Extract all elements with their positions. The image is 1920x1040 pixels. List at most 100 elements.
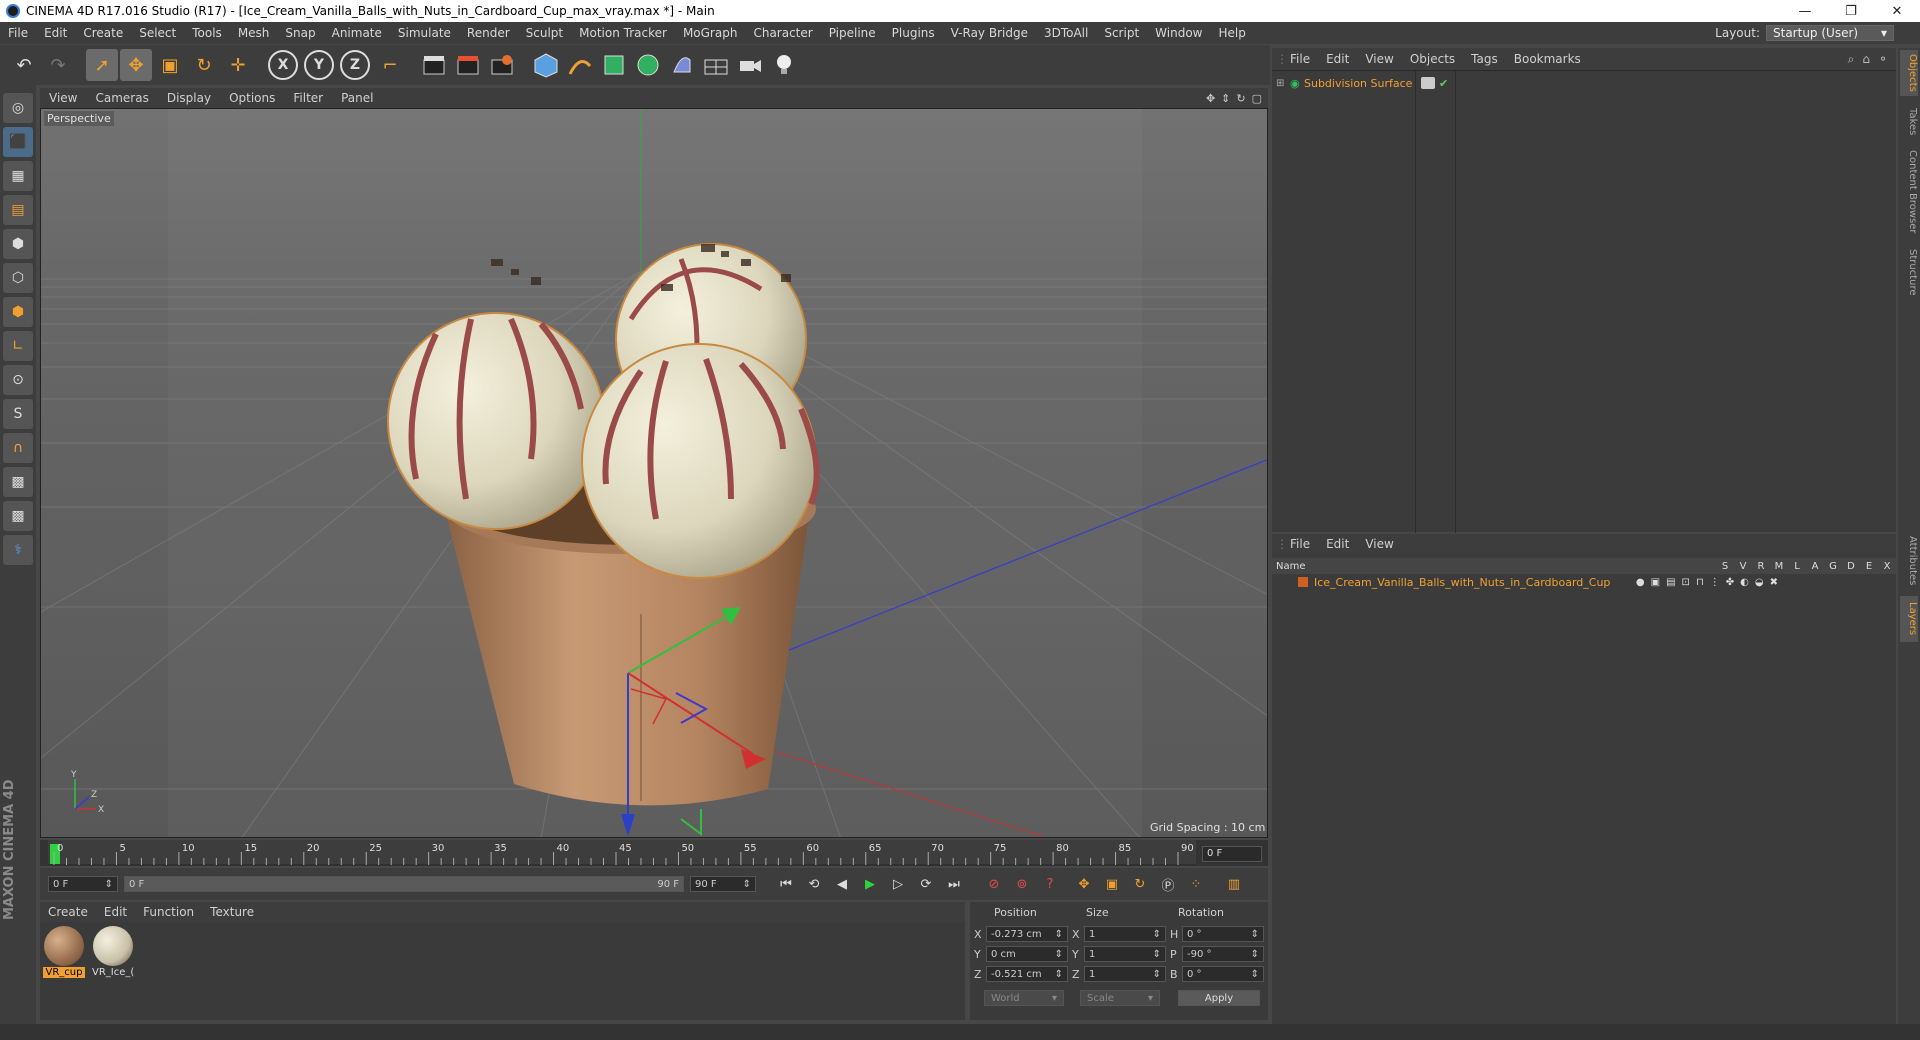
rotation-p-field[interactable]: -90 ° ⇕ [1182, 946, 1264, 962]
om-menu-edit[interactable]: Edit [1318, 52, 1357, 66]
coordinate-space-select[interactable]: World ▾ [984, 990, 1064, 1006]
camera-button[interactable] [734, 49, 766, 81]
col-solo[interactable]: S [1716, 561, 1734, 572]
z-axis-lock-button[interactable]: Z [340, 50, 370, 80]
om-menu-file[interactable]: File [1282, 52, 1318, 66]
rotation-b-field[interactable]: 0 ° ⇕ [1182, 966, 1264, 982]
mat-menu-function[interactable]: Function [135, 905, 202, 919]
go-to-end-button[interactable]: ⏭ [942, 872, 966, 896]
menu-character[interactable]: Character [745, 26, 820, 40]
om-menu-bookmarks[interactable]: Bookmarks [1506, 52, 1589, 66]
col-render[interactable]: R [1752, 561, 1770, 572]
solo-icon[interactable]: ● [1636, 577, 1645, 588]
om-menu-view[interactable]: View [1357, 52, 1401, 66]
tab-structure[interactable]: Structure [1900, 242, 1918, 302]
position-z-field[interactable]: -0.521 cm ⇕ [986, 966, 1068, 982]
col-xref[interactable]: X [1878, 561, 1896, 572]
col-expressions[interactable]: E [1860, 561, 1878, 572]
edges-mode-button[interactable]: ⬡ [3, 263, 33, 293]
record-button[interactable]: ⊘ [982, 872, 1006, 896]
home-icon[interactable]: ⌂ [1862, 52, 1870, 67]
visibility-tag-icon[interactable] [1421, 77, 1435, 89]
lock-workplane-button[interactable]: ▩ [3, 467, 33, 497]
render-icon[interactable]: ▤ [1666, 577, 1675, 588]
xref-icon[interactable]: ✖ [1770, 577, 1778, 588]
render-view-button[interactable] [418, 49, 450, 81]
menu-snap[interactable]: Snap [277, 26, 323, 40]
menu-window[interactable]: Window [1147, 26, 1210, 40]
key-scale-button[interactable]: ▣ [1100, 872, 1124, 896]
maximize-view-icon[interactable]: ▢ [1252, 92, 1262, 105]
size-mode-select[interactable]: Scale ▾ [1080, 990, 1160, 1006]
col-view[interactable]: V [1734, 561, 1752, 572]
menu-plugins[interactable]: Plugins [884, 26, 943, 40]
view-icon[interactable]: ▣ [1651, 577, 1660, 588]
lm-menu-view[interactable]: View [1357, 537, 1401, 551]
enabled-check-icon[interactable]: ✔ [1439, 77, 1448, 90]
rotate-tool-button[interactable]: ↻ [188, 49, 220, 81]
menu-pipeline[interactable]: Pipeline [821, 26, 884, 40]
3d-viewport[interactable]: Y X Z [40, 108, 1268, 838]
col-locked[interactable]: L [1788, 561, 1806, 572]
close-button[interactable]: ✕ [1874, 0, 1920, 22]
material-swatch[interactable]: VR_cup [43, 926, 85, 978]
model-mode-button[interactable]: ⬛ [3, 127, 33, 157]
col-generators[interactable]: G [1824, 561, 1842, 572]
play-button[interactable]: ▶ [858, 872, 882, 896]
workplane-mode-button[interactable]: ▤ [3, 195, 33, 225]
material-swatch[interactable]: VR_Ice_( [92, 926, 134, 978]
animation-icon[interactable]: ⋮ [1710, 577, 1720, 588]
size-y-field[interactable]: 1 ⇕ [1084, 946, 1166, 962]
generator-icon[interactable]: ✤ [1726, 577, 1734, 588]
vp-menu-cameras[interactable]: Cameras [86, 91, 157, 105]
texture-mode-button[interactable]: ▦ [3, 161, 33, 191]
minimize-button[interactable]: — [1782, 0, 1828, 22]
cube-object-button[interactable] [530, 49, 562, 81]
magnet-button[interactable]: ∩ [3, 433, 33, 463]
previous-key-button[interactable]: ⟲ [802, 872, 826, 896]
menu-mesh[interactable]: Mesh [230, 26, 278, 40]
x-axis-lock-button[interactable]: X [268, 50, 298, 80]
rotate-view-icon[interactable]: ↻ [1236, 92, 1245, 105]
rotation-h-field[interactable]: 0 ° ⇕ [1182, 926, 1264, 942]
restore-button[interactable]: ❐ [1828, 0, 1874, 22]
menu-render[interactable]: Render [459, 26, 518, 40]
vp-menu-view[interactable]: View [40, 91, 86, 105]
menu-vray-bridge[interactable]: V-Ray Bridge [943, 26, 1036, 40]
tweak-mode-button[interactable]: ⊙ [3, 365, 33, 395]
y-axis-lock-button[interactable]: Y [304, 50, 334, 80]
apply-button[interactable]: Apply [1178, 990, 1260, 1006]
menu-animate[interactable]: Animate [324, 26, 390, 40]
key-pla-button[interactable]: ⁘ [1184, 872, 1208, 896]
col-manager[interactable]: M [1770, 561, 1788, 572]
keyframe-selection-button[interactable]: ? [1038, 872, 1062, 896]
col-deformers[interactable]: D [1842, 561, 1860, 572]
layer-color-swatch[interactable] [1298, 577, 1308, 587]
om-menu-objects[interactable]: Objects [1402, 52, 1463, 66]
cloner-button[interactable] [632, 49, 664, 81]
lm-menu-edit[interactable]: Edit [1318, 537, 1357, 551]
manager-icon[interactable]: ⊡ [1682, 577, 1690, 588]
mat-menu-edit[interactable]: Edit [96, 905, 135, 919]
menu-script[interactable]: Script [1096, 26, 1147, 40]
om-menu-tags[interactable]: Tags [1463, 52, 1506, 66]
tab-takes[interactable]: Takes [1900, 102, 1918, 142]
menu-3dtoall[interactable]: 3DToAll [1036, 26, 1096, 40]
object-row[interactable]: ⊞ ◉ Subdivision Surface ✔ [1272, 75, 1896, 91]
menu-motion-tracker[interactable]: Motion Tracker [571, 26, 675, 40]
key-position-button[interactable]: ✥ [1072, 872, 1096, 896]
tab-layers[interactable]: Layers [1900, 596, 1918, 642]
current-frame-field[interactable]: 0 F [1202, 846, 1262, 862]
tab-objects[interactable]: Objects [1900, 50, 1918, 96]
key-parameter-button[interactable]: Ⓟ [1156, 872, 1180, 896]
pen-spline-button[interactable] [564, 49, 596, 81]
size-z-field[interactable]: 1 ⇕ [1084, 966, 1166, 982]
menu-help[interactable]: Help [1210, 26, 1253, 40]
subdivision-generator-button[interactable] [598, 49, 630, 81]
menu-create[interactable]: Create [75, 26, 131, 40]
dolly-view-icon[interactable]: ⇕ [1221, 92, 1230, 105]
position-x-field[interactable]: -0.273 cm ⇕ [986, 926, 1068, 942]
move-tool-button[interactable]: ✥ [120, 49, 152, 81]
enable-axis-button[interactable]: ∟ [3, 331, 33, 361]
menu-mograph[interactable]: MoGraph [675, 26, 746, 40]
